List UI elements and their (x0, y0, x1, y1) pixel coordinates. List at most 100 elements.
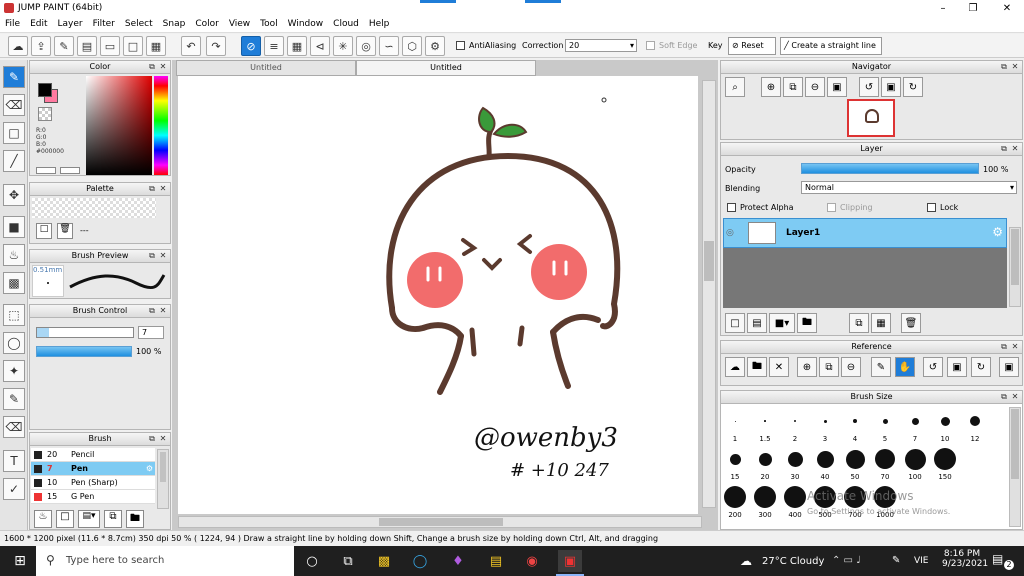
zoom-out-icon[interactable]: ⊖ (841, 357, 861, 377)
brush-size-dot[interactable] (754, 486, 776, 508)
protect-alpha-checkbox[interactable] (727, 203, 736, 212)
navigator-thumbnail[interactable] (847, 99, 895, 137)
menu-select[interactable]: Select (120, 17, 158, 31)
reset-rotation-icon[interactable]: ▣ (881, 77, 901, 97)
brush-size-dot[interactable] (734, 420, 736, 422)
menu-window[interactable]: Window (283, 17, 329, 31)
close-panel-icon[interactable]: ✕ (1010, 62, 1020, 72)
snap-off-icon[interactable]: ⊘ (241, 36, 261, 56)
task-view-icon[interactable]: ⧉ (336, 550, 360, 572)
duplicate-layer-icon[interactable]: ⧉ (849, 313, 869, 333)
undock-icon[interactable]: ⧉ (147, 251, 157, 261)
menu-layer[interactable]: Layer (53, 17, 88, 31)
scroll-thumb[interactable] (704, 241, 714, 281)
select-rect-tool-icon[interactable]: □ (3, 122, 25, 144)
brush-tool-icon[interactable]: ✎ (3, 66, 25, 88)
select-eraser-tool-icon[interactable]: ⌫ (3, 416, 25, 438)
foreground-color-swatch[interactable] (38, 83, 52, 97)
list-item[interactable]: 15 G Pen (31, 490, 155, 504)
zoom-fit-icon[interactable]: ⌕ (725, 77, 745, 97)
clipping-toggle[interactable]: Clipping (827, 203, 873, 212)
undock-icon[interactable]: ⧉ (147, 306, 157, 316)
language-indicator[interactable]: VIE (914, 556, 929, 566)
rotate-right-icon[interactable]: ↻ (903, 77, 923, 97)
correction-select[interactable]: 20 ▾ (565, 39, 637, 52)
clock[interactable]: 8:16 PM 9/23/2021 (942, 549, 988, 569)
brush-size-dot[interactable] (882, 418, 888, 424)
edge-icon[interactable]: ◯ (408, 550, 432, 572)
folder-icon[interactable]: 🖿 (126, 510, 144, 528)
eyedropper-icon[interactable]: ✎ (871, 357, 891, 377)
pen-icon[interactable]: ✎ (892, 555, 900, 566)
undock-icon[interactable]: ⧉ (999, 342, 1009, 352)
rotate-right-icon[interactable]: ↻ (971, 357, 991, 377)
close-panel-icon[interactable]: ✕ (1010, 392, 1020, 402)
brush-menu-icon[interactable]: ▤▾ (78, 510, 100, 528)
menu-snap[interactable]: Snap (158, 17, 191, 31)
undock-icon[interactable]: ⧉ (147, 62, 157, 72)
menu-help[interactable]: Help (364, 17, 395, 31)
straight-line-button[interactable]: ╱ Create a straight line (780, 37, 882, 55)
folder-icon[interactable]: 🖿 (797, 313, 817, 333)
drawing-canvas[interactable]: @owenby3 # +10 247 (178, 76, 698, 514)
tab-untitled-2[interactable]: Untitled (356, 60, 536, 76)
search-box[interactable]: ⚲ Type here to search (36, 546, 294, 576)
document-icon[interactable]: □ (123, 36, 143, 56)
cloud-icon[interactable]: ☁ (8, 36, 28, 56)
curve-snap-icon[interactable]: ∽ (379, 36, 399, 56)
hand-icon[interactable]: ✋ (895, 357, 915, 377)
brush-size-input[interactable]: 7 (138, 326, 164, 339)
undo-icon[interactable]: ↶ (181, 36, 201, 56)
blending-select[interactable]: Normal ▾ (801, 181, 1017, 194)
remove-color-button[interactable] (60, 167, 80, 174)
move-tool-icon[interactable]: ✥ (3, 184, 25, 206)
minimize-button[interactable]: – (928, 0, 958, 17)
menu-view[interactable]: View (224, 17, 255, 31)
close-panel-icon[interactable]: ✕ (158, 251, 168, 261)
scroll-thumb[interactable] (379, 518, 503, 526)
close-button[interactable]: ✕ (992, 0, 1022, 17)
undock-icon[interactable]: ⧉ (999, 62, 1009, 72)
jump-paint-taskbar-icon[interactable]: ▣ (558, 550, 582, 572)
system-tray-icons[interactable]: ⌃ ▭ ♩ (832, 555, 861, 566)
brush-size-dot[interactable] (724, 486, 746, 508)
grid-settings-icon[interactable]: ▦ (146, 36, 166, 56)
undock-icon[interactable]: ⧉ (999, 392, 1009, 402)
gradient-tool-icon[interactable]: ▩ (3, 272, 25, 294)
close-icon[interactable]: ✕ (769, 357, 789, 377)
undock-icon[interactable]: ⧉ (147, 184, 157, 194)
antialiasing-checkbox[interactable] (456, 41, 465, 50)
layer-row[interactable]: ◎ Layer1 ⚙ (723, 218, 1007, 248)
bucket-tool-icon[interactable]: ♨ (3, 244, 25, 266)
menu-edit[interactable]: Edit (25, 17, 52, 31)
antialiasing-toggle[interactable]: AntiAliasing (456, 41, 516, 50)
page-icon[interactable]: ▭ (100, 36, 120, 56)
brush-size-dot[interactable] (764, 420, 766, 422)
eraser-tool-icon[interactable]: ⌫ (3, 94, 25, 116)
reference-cloud-icon[interactable]: ☁ (725, 357, 745, 377)
list-item[interactable]: 20 Pencil (31, 448, 155, 462)
rotate-left-icon[interactable]: ↺ (923, 357, 943, 377)
merge-layer-icon[interactable]: ▦ (871, 313, 891, 333)
clipping-checkbox[interactable] (827, 203, 836, 212)
undock-icon[interactable]: ⧉ (999, 144, 1009, 154)
new-brush-icon[interactable]: □ (56, 510, 74, 528)
brush-size-dot[interactable] (845, 449, 865, 469)
new-layer-type-icon[interactable]: ▤ (747, 313, 767, 333)
scroll-thumb[interactable] (160, 452, 166, 482)
brush-size-slider[interactable] (36, 327, 134, 338)
windows-start-icon[interactable]: ⊞ (8, 550, 32, 572)
fill-rect-tool-icon[interactable]: ■ (3, 216, 25, 238)
notification-icon[interactable]: ▤ (992, 552, 1003, 566)
palette-swatches[interactable] (32, 198, 156, 218)
undock-icon[interactable]: ⧉ (147, 434, 157, 444)
open-folder-icon[interactable]: 🖿 (747, 357, 767, 377)
grid-snap-icon[interactable]: ▦ (287, 36, 307, 56)
brush-size-dot[interactable] (787, 451, 803, 467)
add-color-button[interactable] (36, 167, 56, 174)
brush-size-dot[interactable] (823, 419, 827, 423)
scroll-thumb[interactable] (1011, 229, 1019, 285)
brush-size-dot[interactable] (904, 448, 926, 470)
marquee-tool-icon[interactable]: ⬚ (3, 304, 25, 326)
close-panel-icon[interactable]: ✕ (158, 62, 168, 72)
